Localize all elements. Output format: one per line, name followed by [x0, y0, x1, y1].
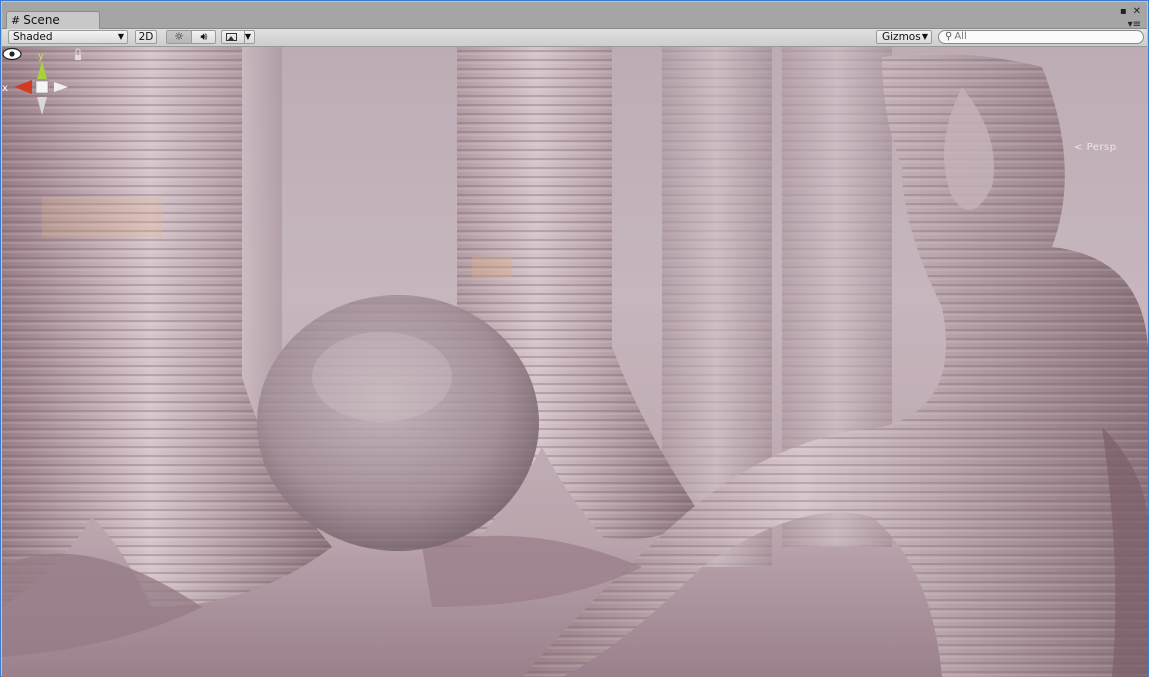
scene-toggles: ☼ 🔊︎	[166, 30, 216, 44]
effects-dropdown[interactable]: ▼	[221, 30, 255, 44]
search-icon: ⚲	[945, 31, 953, 42]
search-placeholder: All	[954, 31, 967, 42]
fractal-scene	[2, 47, 1148, 677]
maximize-icon[interactable]: ▪	[1120, 6, 1127, 17]
neg-y-cone-icon	[37, 97, 47, 115]
x-axis-cone-icon	[14, 80, 32, 94]
lock-icon	[75, 55, 81, 60]
gizmos-dropdown[interactable]: Gizmos ▼	[876, 30, 932, 44]
search-input[interactable]: ⚲ All	[938, 30, 1144, 44]
scene-viewport[interactable]: y x < Persp	[2, 47, 1148, 677]
speaker-icon[interactable]: 🔊︎	[192, 31, 216, 43]
axis-x-label: x	[2, 83, 8, 94]
center-cube-icon	[35, 80, 49, 94]
sun-icon[interactable]: ☼	[167, 31, 192, 43]
scene-toolbar: Shaded ▼ 2D ☼ 🔊︎ ▼ Gizmos ▼ ⚲ All	[2, 29, 1147, 47]
y-axis-cone-icon	[37, 61, 47, 79]
tab-strip: # Scene ▪ ✕ ▾≡	[2, 2, 1147, 30]
2d-toggle-button[interactable]: 2D	[135, 30, 157, 44]
axis-y-label: y	[38, 51, 44, 62]
projection-mode: Persp	[1086, 142, 1117, 153]
chevron-down-icon: ▼	[117, 32, 124, 41]
projection-label[interactable]: < Persp	[1074, 142, 1117, 153]
scene-window: # Scene ▪ ✕ ▾≡ Shaded ▼ 2D ☼ 🔊︎ ▼ Gizmos ▼…	[0, 0, 1149, 677]
close-icon[interactable]: ✕	[1133, 6, 1141, 17]
image-icon	[226, 33, 237, 41]
hash-grid-icon: #	[11, 14, 21, 27]
tab-scene-label: Scene	[23, 13, 60, 27]
chevron-down-icon: ▼	[244, 32, 251, 41]
draw-mode-label: Shaded	[13, 31, 53, 43]
gizmos-label: Gizmos	[882, 31, 921, 43]
draw-mode-dropdown[interactable]: Shaded ▼	[8, 30, 128, 44]
orientation-gizmo[interactable]: y x	[2, 47, 82, 157]
window-controls: ▪ ✕	[1114, 7, 1141, 17]
tab-scene[interactable]: # Scene	[6, 11, 100, 29]
chevron-down-icon: ▼	[921, 32, 928, 41]
neg-x-cone-icon	[54, 82, 68, 92]
